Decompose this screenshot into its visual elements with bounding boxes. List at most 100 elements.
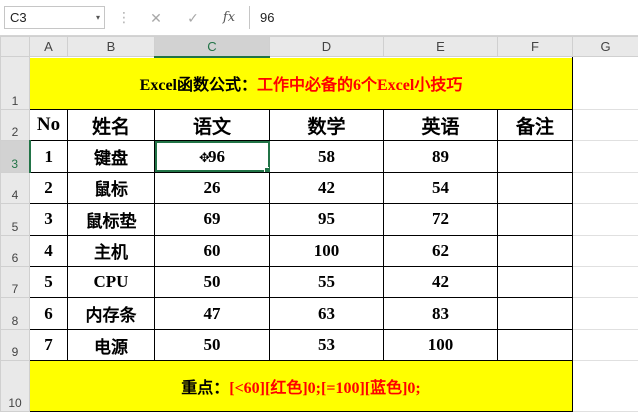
header-name[interactable]: 姓名 [67,108,155,142]
title-highlight: 工作中必备的6个Excel小技巧 [257,77,463,95]
cell-name[interactable]: 鼠标 [67,171,155,205]
cell-chinese[interactable]: 50 [154,265,270,299]
cell-chinese[interactable]: 47 [154,297,270,330]
enter-icon[interactable]: ✓ [182,8,204,28]
table-row: 7 5 CPU 50 55 42 [0,265,638,299]
cell-no[interactable]: 4 [29,234,68,267]
cell-note[interactable] [497,328,573,362]
row-header-3[interactable]: 3 [0,140,31,173]
row-header-10[interactable]: 10 [0,360,30,412]
cell-note[interactable] [497,171,573,205]
cell[interactable] [572,265,638,299]
header-chinese[interactable]: 语文 [154,108,270,142]
name-box[interactable]: C3 ▾ [4,6,105,29]
row-header-4[interactable]: 4 [0,171,30,205]
cell-math[interactable]: 58 [269,140,384,173]
table-row: 4 2 鼠标 26 42 54 [0,171,638,205]
cell-no[interactable]: 3 [29,203,68,236]
cell-chinese[interactable]: 60 [154,234,270,267]
row-header-9[interactable]: 9 [0,328,30,362]
column-header-e[interactable]: E [383,35,498,58]
cell-note[interactable] [497,140,573,173]
row-header-1[interactable]: 1 [0,56,30,110]
header-english[interactable]: 英语 [383,108,498,142]
header-note[interactable]: 备注 [497,108,573,142]
footer-highlight: [<60][红色]0;[=100][蓝色]0; [229,380,421,398]
header-no[interactable]: No [29,108,68,142]
column-header-a[interactable]: A [29,35,68,58]
cell-name[interactable]: 键盘 [67,140,155,173]
table-row: 5 3 鼠标垫 69 95 72 [0,203,638,236]
table-row: 3 1 键盘 ✥96 58 89 [0,140,638,173]
cell-name[interactable]: 电源 [67,328,155,362]
select-all-corner[interactable] [0,35,30,58]
cell-math[interactable]: 63 [269,297,384,330]
table-row: 8 6 内存条 47 63 83 [0,297,638,330]
cell-chinese: 96 [207,146,225,166]
cell-math[interactable]: 100 [269,234,384,267]
cell-chinese[interactable]: 50 [154,328,270,362]
drag-handle-icon[interactable]: ⋮ [117,8,131,26]
cell-note[interactable] [497,297,573,330]
cell[interactable] [572,171,638,205]
cell-math[interactable]: 42 [269,171,384,205]
footer-prefix: 重点： [181,380,230,398]
cell-no[interactable]: 1 [29,140,68,173]
cell[interactable] [572,203,638,236]
row-header-8[interactable]: 8 [0,297,30,330]
cell[interactable] [572,108,638,142]
cell-math[interactable]: 55 [269,265,384,299]
cell-name[interactable]: 主机 [67,234,155,267]
cell[interactable] [572,140,638,173]
cell-no[interactable]: 6 [29,297,68,330]
cell[interactable] [572,56,638,110]
header-math[interactable]: 数学 [269,108,384,142]
cell-english[interactable]: 83 [383,297,498,330]
cell-no[interactable]: 2 [29,171,68,205]
cell[interactable] [572,234,638,267]
cell-english[interactable]: 100 [383,328,498,362]
column-header-f[interactable]: F [497,35,573,58]
formula-bar: C3 ▾ ⋮ ✕ ✓ fx 96 [0,0,638,36]
row-header-6[interactable]: 6 [0,234,30,267]
cell-chinese[interactable]: 26 [154,171,270,205]
cell-name[interactable]: CPU [67,265,155,299]
cell[interactable] [572,328,638,362]
cell-math[interactable]: 53 [269,328,384,362]
title-banner[interactable]: Excel函数公式：工作中必备的6个Excel小技巧 [29,56,573,110]
footer-banner[interactable]: 重点：[<60][红色]0;[=100][蓝色]0; [29,360,573,412]
formula-input[interactable]: 96 [249,6,638,29]
column-header-g[interactable]: G [572,35,638,58]
fill-handle[interactable] [264,166,269,172]
column-header-b[interactable]: B [67,35,155,58]
column-header-c[interactable]: C [154,35,270,58]
cell-english[interactable]: 62 [383,234,498,267]
cell-english[interactable]: 54 [383,171,498,205]
row-header-2[interactable]: 2 [0,108,30,142]
selected-cell-c3[interactable]: ✥96 [154,140,270,173]
row-header-5[interactable]: 5 [0,203,30,236]
cell-math[interactable]: 95 [269,203,384,236]
cell-note[interactable] [497,203,573,236]
cancel-icon[interactable]: ✕ [145,8,167,28]
cell[interactable] [572,297,638,330]
title-prefix: Excel函数公式： [139,77,257,95]
name-box-value: C3 [10,10,27,25]
chevron-down-icon[interactable]: ▾ [96,7,100,28]
cell-english[interactable]: 89 [383,140,498,173]
cell-name[interactable]: 内存条 [67,297,155,330]
cell-no[interactable]: 7 [29,328,68,362]
table-row: 6 4 主机 60 100 62 [0,234,638,267]
cell-note[interactable] [497,234,573,267]
cell-name[interactable]: 鼠标垫 [67,203,155,236]
cell-english[interactable]: 42 [383,265,498,299]
cell-chinese[interactable]: 69 [154,203,270,236]
cell-note[interactable] [497,265,573,299]
spreadsheet-grid: A B C D E F G 1 Excel函数公式：工作中必备的6个Excel小… [0,35,638,412]
cell[interactable] [572,360,638,412]
insert-function-icon[interactable]: fx [218,8,240,28]
row-header-7[interactable]: 7 [0,265,30,299]
cell-english[interactable]: 72 [383,203,498,236]
column-header-d[interactable]: D [269,35,384,58]
cell-no[interactable]: 5 [29,265,68,299]
